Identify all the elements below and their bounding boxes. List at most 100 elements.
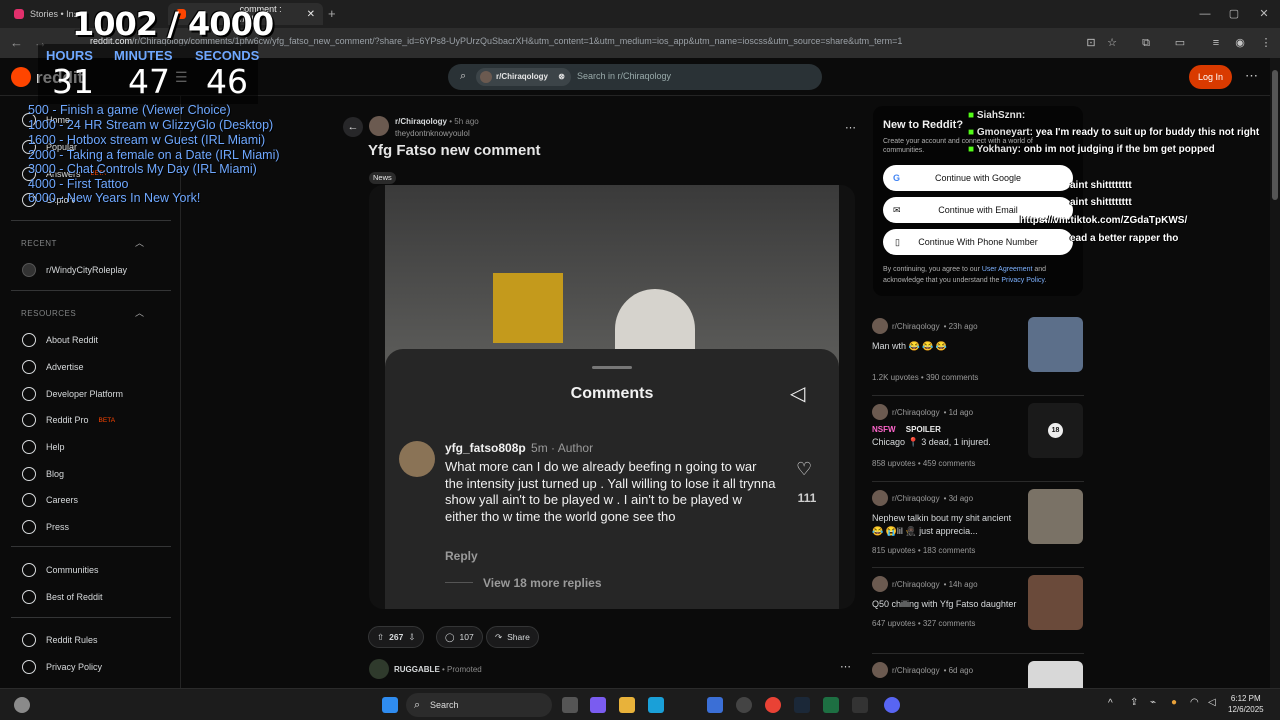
reply-button[interactable]: Reply bbox=[445, 549, 478, 563]
post-subreddit[interactable]: r/Chiraqology bbox=[395, 117, 447, 126]
steam-icon[interactable] bbox=[794, 697, 810, 713]
sidebar-item-communities[interactable]: Communities bbox=[22, 563, 99, 577]
feed-title[interactable]: Chicago 📍 3 dead, 1 injured. bbox=[872, 436, 1020, 449]
feed-thumbnail[interactable] bbox=[1028, 317, 1083, 372]
advertiser-logo[interactable] bbox=[369, 659, 389, 679]
maximize-icon[interactable]: ▢ bbox=[1224, 6, 1244, 22]
upvote-icon[interactable]: ⇧ bbox=[377, 632, 384, 643]
login-button[interactable]: Log In bbox=[1189, 65, 1232, 89]
feed-subreddit[interactable]: r/Chiraqology bbox=[892, 666, 940, 675]
sidebar-item-best-of-reddit[interactable]: Best of Reddit bbox=[22, 590, 103, 604]
window-close-icon[interactable]: ✕ bbox=[1254, 6, 1274, 22]
feed-thumbnail[interactable] bbox=[1028, 661, 1083, 688]
copilot-icon[interactable] bbox=[590, 697, 606, 713]
sidebar-item-windycityroleplay[interactable]: r/WindyCityRoleplay bbox=[22, 263, 127, 277]
epic-games-icon[interactable] bbox=[852, 697, 868, 713]
chevron-up-icon[interactable]: ︿ bbox=[135, 306, 144, 319]
user-agreement-link[interactable]: User Agreement bbox=[982, 266, 1033, 273]
sidebar-item-developer-platform[interactable]: Developer Platform bbox=[22, 387, 123, 401]
chevron-up-icon[interactable]: ︿ bbox=[135, 236, 144, 249]
media-icon[interactable]: ≡ bbox=[1208, 35, 1224, 51]
feed-subreddit[interactable]: r/Chiraqology bbox=[892, 408, 940, 417]
weather-icon[interactable] bbox=[14, 697, 30, 713]
feed-subreddit[interactable]: r/Chiraqology bbox=[892, 322, 940, 331]
sidebar-item-help[interactable]: Help bbox=[22, 440, 65, 454]
sidebar-item-press[interactable]: Press bbox=[22, 520, 69, 534]
share-button[interactable]: ↷ Share bbox=[486, 626, 539, 648]
feed-thumbnail[interactable]: 18 bbox=[1028, 403, 1083, 458]
feed-subreddit[interactable]: r/Chiraqology bbox=[892, 494, 940, 503]
scrollbar-thumb[interactable] bbox=[1272, 70, 1278, 200]
task-view-icon[interactable] bbox=[562, 697, 578, 713]
recent-header[interactable]: RECENT bbox=[21, 239, 57, 248]
subreddit-avatar[interactable] bbox=[369, 116, 389, 136]
taskbar-search[interactable]: ⌕ Search bbox=[406, 693, 552, 717]
resources-header[interactable]: RESOURCES bbox=[21, 309, 76, 318]
feed-thumbnail[interactable] bbox=[1028, 575, 1083, 630]
bookmark-star-icon[interactable]: ☆ bbox=[1104, 35, 1120, 51]
feed-thumbnail[interactable] bbox=[1028, 489, 1083, 544]
tray-chevron-up-icon[interactable]: ^ bbox=[1108, 698, 1113, 709]
edge-icon[interactable] bbox=[648, 697, 664, 713]
mail-icon[interactable] bbox=[707, 697, 723, 713]
post-media[interactable]: Comments ◁ yfg_fatso808p 5m · Author Wha… bbox=[369, 185, 855, 609]
excel-icon[interactable] bbox=[823, 697, 839, 713]
chrome-icon[interactable] bbox=[765, 697, 781, 713]
feed-title[interactable]: Man wth 😂 😂 😂 bbox=[872, 340, 1020, 353]
subreddit-chip[interactable]: r/Chiraqology ⊗ bbox=[476, 68, 571, 86]
nsfw-badge: NSFW bbox=[872, 425, 896, 434]
heart-icon[interactable]: ♡ bbox=[796, 459, 812, 480]
advertiser-name[interactable]: RUGGABLE bbox=[394, 665, 440, 674]
sidebar-item-reddit-pro[interactable]: Reddit Pro BETA bbox=[22, 413, 115, 427]
more-options-icon[interactable]: ⋯ bbox=[1245, 68, 1258, 84]
continue-with-google-button[interactable]: G Continue with Google bbox=[883, 165, 1073, 191]
search-bar[interactable]: ⌕ r/Chiraqology ⊗ Search in r/Chiraqolog… bbox=[448, 64, 822, 90]
profile-icon[interactable]: ◉ bbox=[1232, 35, 1248, 51]
page-scrollbar[interactable] bbox=[1270, 58, 1280, 688]
back-icon[interactable]: ← bbox=[10, 35, 23, 50]
install-app-icon[interactable]: ⊡ bbox=[1083, 35, 1099, 51]
post-author[interactable]: theydontnknowyoulol bbox=[395, 129, 470, 138]
minimize-icon[interactable]: — bbox=[1195, 6, 1215, 22]
tray-upload-icon[interactable]: ⇪ bbox=[1130, 697, 1138, 708]
search-placeholder[interactable]: Search in r/Chiraqology bbox=[577, 71, 671, 81]
sidebar-item-reddit-rules[interactable]: Reddit Rules bbox=[22, 633, 98, 647]
tray-mic-icon[interactable]: ● bbox=[1171, 697, 1177, 708]
tray-network-icon[interactable]: ⌁ bbox=[1150, 697, 1156, 708]
sidebar-item-blog[interactable]: Blog bbox=[22, 467, 64, 481]
system-clock[interactable]: 6:12 PM 12/6/2025 bbox=[1228, 693, 1264, 715]
extensions-icon[interactable]: ⧉ bbox=[1138, 35, 1154, 51]
back-arrow-icon[interactable]: ← bbox=[343, 117, 363, 137]
start-icon[interactable] bbox=[382, 697, 398, 713]
sidebar-item-careers[interactable]: Careers bbox=[22, 493, 78, 507]
file-explorer-icon[interactable] bbox=[619, 697, 635, 713]
reddit-logo-icon[interactable] bbox=[11, 67, 31, 87]
obs-icon[interactable] bbox=[736, 697, 752, 713]
sidebar-item-advertise[interactable]: Advertise bbox=[22, 360, 84, 374]
post-options-icon[interactable]: ⋯ bbox=[845, 121, 856, 134]
feed-subreddit[interactable]: r/Chiraqology bbox=[892, 580, 940, 589]
view-more-replies[interactable]: View 18 more replies bbox=[483, 576, 602, 590]
discord-icon[interactable] bbox=[884, 697, 900, 713]
tray-volume-icon[interactable]: ◁ bbox=[1208, 697, 1216, 708]
post-flair[interactable]: News bbox=[369, 172, 396, 184]
continue-with-phone-button[interactable]: ▯ Continue With Phone Number bbox=[883, 229, 1073, 255]
sidebar-item-privacy-policy[interactable]: Privacy Policy bbox=[22, 660, 102, 674]
feed-title[interactable]: Nephew talkin bout my shit ancient 😂 😭li… bbox=[872, 512, 1020, 538]
drag-handle[interactable] bbox=[592, 366, 632, 369]
new-tab-icon[interactable]: + bbox=[328, 6, 336, 21]
feed-title[interactable]: Q50 chilling with Yfg Fatso daughter bbox=[872, 598, 1020, 611]
menu-icon[interactable]: ⋮ bbox=[1258, 35, 1274, 51]
privacy-policy-link[interactable]: Privacy Policy bbox=[1001, 277, 1044, 284]
comments-button[interactable]: ◯ 107 bbox=[436, 626, 483, 648]
downvote-icon[interactable]: ⇩ bbox=[408, 632, 415, 643]
comment-username[interactable]: yfg_fatso808p bbox=[445, 441, 526, 455]
chip-close-icon[interactable]: ⊗ bbox=[558, 72, 565, 81]
split-view-icon[interactable]: ▭ bbox=[1172, 35, 1188, 51]
send-icon[interactable]: ◁ bbox=[790, 381, 805, 406]
avatar[interactable] bbox=[399, 441, 435, 477]
close-icon[interactable]: ✕ bbox=[307, 9, 315, 20]
ad-options-icon[interactable]: ⋯ bbox=[840, 660, 851, 673]
sidebar-item-about-reddit[interactable]: About Reddit bbox=[22, 333, 98, 347]
tray-wifi-icon[interactable]: ◠ bbox=[1190, 697, 1199, 708]
